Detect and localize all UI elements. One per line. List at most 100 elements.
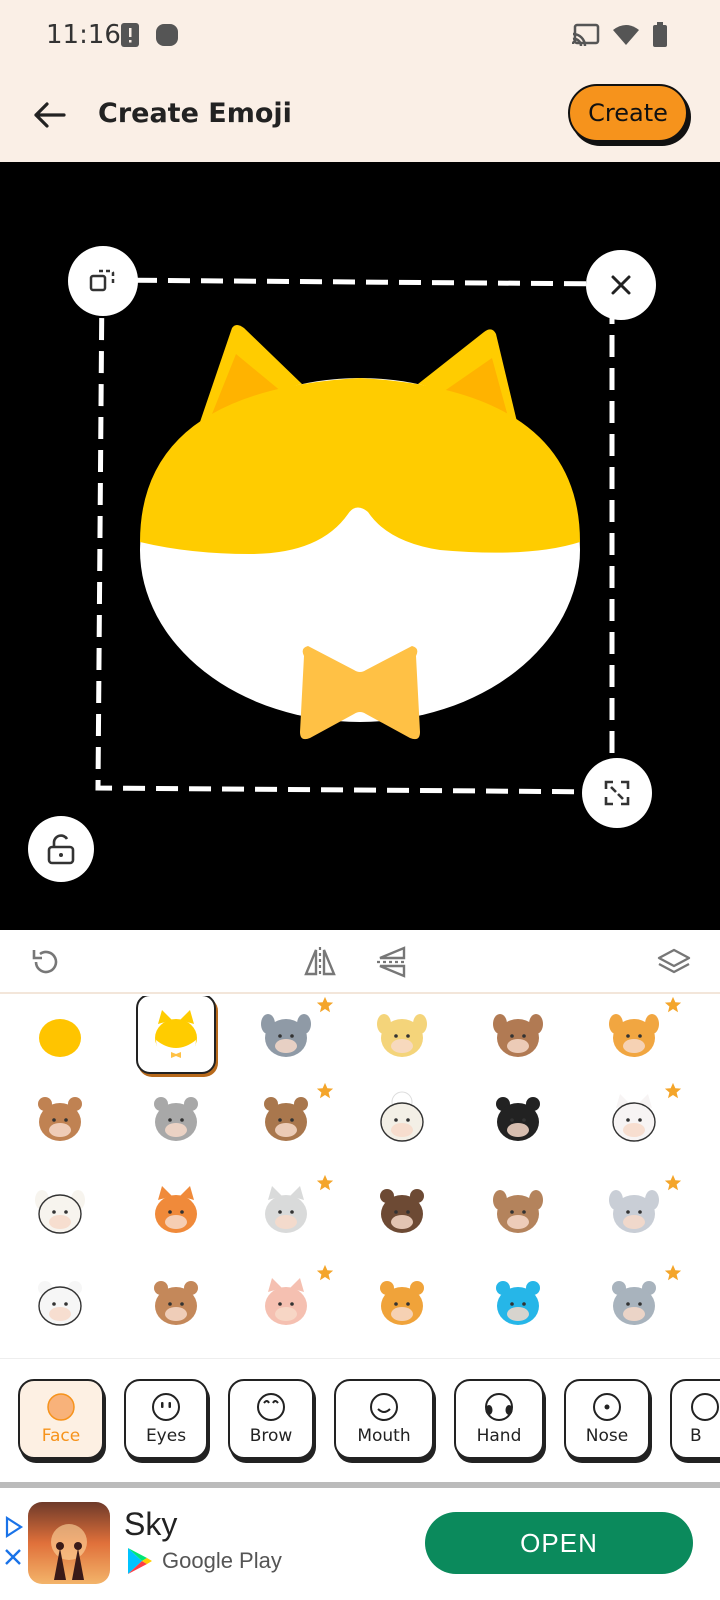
white-cat-bow-face-icon: [612, 1094, 656, 1142]
blue-bird-face-icon: [496, 1281, 540, 1325]
face-option-fox[interactable]: [136, 1170, 216, 1250]
layers-icon: [657, 948, 691, 974]
bison-face-icon: [380, 1189, 424, 1233]
ad-app-name[interactable]: Sky: [124, 1506, 177, 1543]
tab-mouth[interactable]: Mouth: [334, 1379, 434, 1459]
flip-vertical-icon: [377, 946, 407, 978]
premium-star-icon: [316, 1264, 334, 1281]
face-option-yellow-circle[interactable]: [20, 996, 100, 1074]
ad-store-label: Google Play: [162, 1548, 282, 1573]
tiger-face-icon: [380, 1281, 424, 1325]
tab-face[interactable]: Face: [18, 1379, 104, 1459]
app-bar: Create Emoji Create: [0, 70, 720, 162]
face-option-bison[interactable]: [362, 1170, 442, 1250]
flip-vertical-button[interactable]: [372, 942, 412, 982]
status-bar: 11:16: [0, 0, 720, 70]
more-icon: [691, 1393, 719, 1421]
flip-horizontal-icon: [304, 947, 336, 977]
face-option-sloth[interactable]: [246, 1078, 326, 1158]
monkey-face-icon: [154, 1281, 198, 1325]
face-grid: [0, 996, 720, 1356]
face-option-yellow-cat[interactable]: [136, 996, 216, 1074]
close-icon: [611, 275, 631, 295]
premium-star-icon: [316, 1174, 334, 1191]
create-button[interactable]: Create: [568, 84, 688, 142]
brown-dog-face-icon: [493, 1014, 543, 1057]
close-icon[interactable]: [4, 1548, 22, 1566]
unlock-icon: [47, 834, 75, 865]
battery-icon: [653, 22, 667, 47]
tab-label: Brow: [249, 1426, 293, 1446]
face-icon: [47, 1393, 75, 1421]
eyes-icon: [152, 1393, 180, 1421]
arrow-left-icon: [34, 102, 66, 128]
status-left-icons: [120, 22, 180, 48]
face-option-hippo[interactable]: [594, 1262, 674, 1342]
tab-label: Mouth: [357, 1426, 411, 1446]
premium-star-icon: [664, 1174, 682, 1191]
face-option-polar-bear[interactable]: [20, 1262, 100, 1342]
face-option-koala[interactable]: [136, 1078, 216, 1158]
yellow-circle-face-icon: [39, 1019, 81, 1057]
tab-label: Hand: [476, 1426, 522, 1446]
premium-star-icon: [316, 1082, 334, 1099]
back-button[interactable]: [26, 92, 72, 138]
face-option-pig[interactable]: [246, 1262, 326, 1342]
face-option-tiger[interactable]: [362, 1262, 442, 1342]
undo-button[interactable]: [26, 942, 66, 982]
delete-handle[interactable]: [586, 250, 656, 320]
face-option-husky[interactable]: [246, 996, 326, 1074]
face-option-wolf[interactable]: [246, 1170, 326, 1250]
hippo-face-icon: [612, 1281, 656, 1325]
alert-notification-icon: [121, 23, 139, 47]
category-tabs: Face Eyes Brow Mouth Hand Nose B: [0, 1358, 720, 1482]
husky-face-icon: [261, 1014, 311, 1057]
fox-face-icon: [155, 1186, 197, 1233]
layers-button[interactable]: [654, 942, 694, 982]
ad-open-button[interactable]: OPEN: [425, 1512, 693, 1574]
pig-face-icon: [265, 1278, 307, 1325]
ad-choices-icon[interactable]: [4, 1516, 24, 1538]
nose-icon: [593, 1393, 621, 1421]
face-option-sheep[interactable]: [362, 1078, 442, 1158]
face-option-cow[interactable]: [20, 1170, 100, 1250]
tab-hand[interactable]: Hand: [454, 1379, 544, 1459]
emoji-canvas[interactable]: [0, 162, 720, 930]
flip-horizontal-button[interactable]: [300, 942, 340, 982]
wifi-icon: [613, 25, 639, 45]
wolf-face-icon: [265, 1186, 307, 1233]
face-option-brown-dog[interactable]: [478, 996, 558, 1074]
cream-dog-face-icon: [377, 1014, 427, 1057]
koala-face-icon: [154, 1097, 198, 1141]
tab-label: Eyes: [145, 1426, 187, 1446]
tab-nose[interactable]: Nose: [564, 1379, 650, 1459]
face-option-penguin[interactable]: [478, 1078, 558, 1158]
face-option-cream-dog[interactable]: [362, 996, 442, 1074]
face-option-blue-bird[interactable]: [478, 1262, 558, 1342]
mouth-icon: [370, 1393, 398, 1421]
tab-more[interactable]: B: [670, 1379, 720, 1459]
premium-star-icon: [664, 1082, 682, 1099]
face-option-white-cat-bow[interactable]: [594, 1078, 674, 1158]
face-option-corgi[interactable]: [594, 996, 674, 1074]
face-option-monkey[interactable]: [136, 1262, 216, 1342]
cast-icon: [572, 23, 600, 47]
bear-face-icon: [38, 1097, 82, 1141]
hand-icon: [485, 1393, 513, 1421]
face-option-elephant[interactable]: [594, 1170, 674, 1250]
lock-button[interactable]: [28, 816, 94, 882]
face-option-horse[interactable]: [478, 1170, 558, 1250]
tab-brow[interactable]: Brow: [228, 1379, 314, 1459]
ad-banner[interactable]: Sky Google Play OPEN: [0, 1488, 720, 1600]
premium-star-icon: [316, 996, 334, 1013]
resize-handle[interactable]: [582, 758, 652, 828]
page-title: Create Emoji: [98, 98, 292, 129]
premium-star-icon: [664, 996, 682, 1013]
ad-app-icon[interactable]: [28, 1502, 110, 1584]
tab-eyes[interactable]: Eyes: [124, 1379, 208, 1459]
polar-bear-face-icon: [38, 1281, 82, 1326]
google-play-icon: [128, 1548, 152, 1574]
face-option-bear[interactable]: [20, 1078, 100, 1158]
duplicate-handle[interactable]: [68, 246, 138, 316]
corgi-face-icon: [609, 1014, 659, 1057]
